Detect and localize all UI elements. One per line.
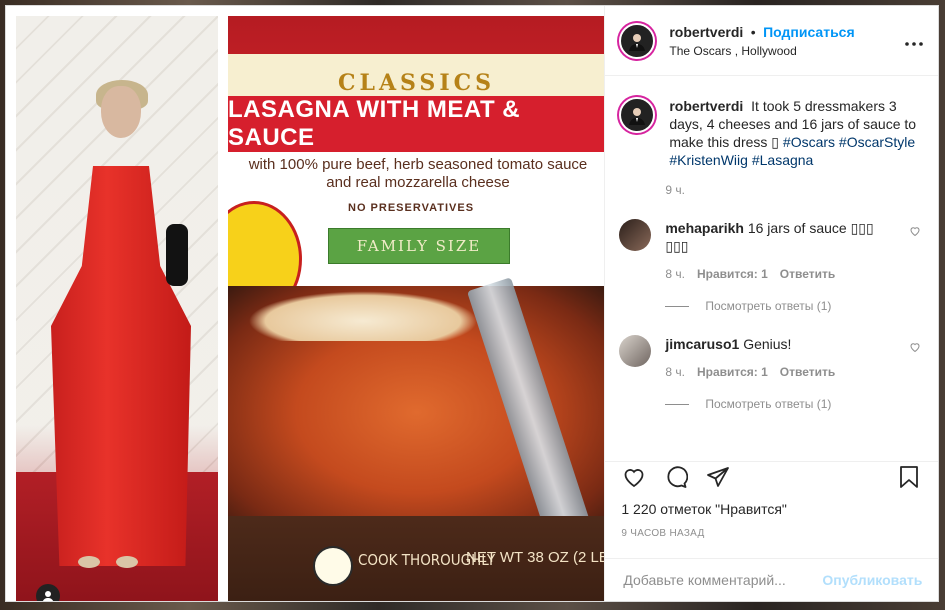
header-separator: • [750, 23, 756, 40]
box-title: LASAGNA WITH MEAT & SAUCE [228, 96, 605, 152]
comment-item: mehaparikh 16 jars of sauce ▯▯▯ ▯▯▯ 8 ч.… [619, 219, 922, 281]
comment-time: 8 ч. [665, 267, 685, 281]
replies-divider [665, 305, 690, 307]
box-net-weight: NET WT 38 OZ (2 LB 6 OZ) 1.07 [466, 549, 605, 566]
commenter-username[interactable]: jimcaruso1 [665, 336, 739, 352]
reply-button[interactable]: Ответить [780, 267, 835, 281]
heart-icon[interactable] [621, 464, 647, 490]
comment-item: jimcaruso1 Genius! 8 ч. Нравится: 1 Отве… [619, 335, 922, 379]
commenter-avatar[interactable] [619, 335, 652, 367]
reply-button[interactable]: Ответить [780, 365, 835, 379]
hashtag-link[interactable]: #OscarStyle [839, 134, 915, 150]
view-replies-button[interactable]: Посмотреть ответы (1) [665, 299, 922, 313]
comment-text: Genius! [743, 336, 792, 352]
paper-plane-icon[interactable] [705, 464, 731, 490]
box-subtitle: with 100% pure beef, herb seasoned tomat… [248, 156, 588, 191]
follow-button[interactable]: Подписаться [763, 24, 855, 40]
caption-avatar[interactable] [619, 97, 656, 133]
view-replies-label[interactable]: Посмотреть ответы (1) [705, 299, 831, 313]
likes-count[interactable]: 1 220 отметок "Нравится" [621, 501, 787, 517]
photo-red-dress [16, 16, 218, 601]
heart-icon[interactable] [908, 225, 922, 239]
author-avatar[interactable] [619, 22, 656, 59]
heart-icon[interactable] [908, 341, 922, 355]
lasagna-cheese [248, 291, 478, 341]
author-username[interactable]: robertverdi [669, 24, 743, 40]
hashtag-link[interactable]: #KristenWiig [669, 152, 748, 168]
comments-scroll[interactable]: robertverdi It took 5 dressmakers 3 days… [605, 77, 938, 449]
post-timestamp: 9 ЧАСОВ НАЗАД [621, 528, 705, 539]
box-no-preservatives: NO PRESERVATIVES [348, 202, 475, 214]
photo-lasagna-box: CLASSICS LASAGNA WITH MEAT & SAUCE with … [228, 16, 605, 601]
action-bar [605, 461, 939, 491]
post-header: robertverdi • Подписаться The Oscars , H… [605, 6, 938, 76]
caption-text: robertverdi It took 5 dressmakers 3 days… [669, 97, 922, 169]
user-icon[interactable] [36, 584, 60, 601]
usda-seal [313, 546, 353, 586]
comment-icon[interactable] [663, 464, 689, 490]
caption-emoji: ▯ [771, 134, 780, 150]
caption-time: 9 ч. [665, 183, 685, 197]
view-replies-label[interactable]: Посмотреть ответы (1) [705, 397, 831, 411]
post-location[interactable]: The Oscars , Hollywood [669, 44, 904, 58]
publish-button[interactable]: Опубликовать [822, 572, 922, 588]
comment-composer: Опубликовать [605, 558, 939, 601]
hashtag-link[interactable]: #Oscars [783, 134, 835, 150]
post-caption: robertverdi It took 5 dressmakers 3 days… [619, 97, 922, 169]
post-modal: CLASSICS LASAGNA WITH MEAT & SAUCE with … [5, 5, 939, 602]
shoe-right [116, 556, 138, 568]
commenter-avatar[interactable] [619, 219, 652, 251]
hashtag-link[interactable]: #Lasagna [752, 152, 814, 168]
comment-input[interactable] [621, 571, 823, 589]
box-family-size: FAMILY SIZE [328, 228, 510, 264]
comment-likes[interactable]: Нравится: 1 [697, 365, 768, 379]
bookmark-icon[interactable] [896, 464, 922, 490]
more-horizontal-icon[interactable] [904, 30, 924, 51]
post-sidebar: robertverdi • Подписаться The Oscars , H… [604, 6, 939, 601]
replies-divider [665, 403, 690, 405]
comment-likes[interactable]: Нравится: 1 [697, 267, 768, 281]
post-media[interactable]: CLASSICS LASAGNA WITH MEAT & SAUCE with … [6, 6, 605, 601]
caption-username[interactable]: robertverdi [669, 98, 743, 114]
commenter-username[interactable]: mehaparikh [665, 220, 744, 236]
shoe-left [78, 556, 100, 568]
black-glove [166, 224, 188, 286]
figure-head [101, 86, 141, 138]
view-replies-button[interactable]: Посмотреть ответы (1) [665, 397, 922, 411]
comment-time: 8 ч. [665, 365, 685, 379]
